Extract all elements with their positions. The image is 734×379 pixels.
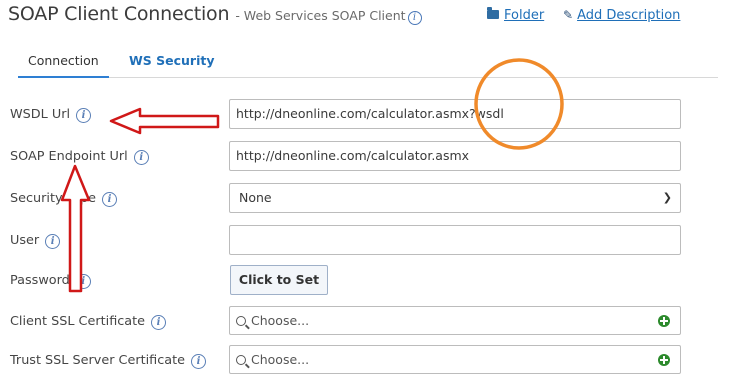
info-icon[interactable]: i xyxy=(191,354,207,369)
info-icon[interactable]: i xyxy=(102,192,118,207)
client-ssl-placeholder: Choose... xyxy=(251,313,310,328)
password-label-text: Password xyxy=(10,273,70,288)
user-input[interactable] xyxy=(229,225,681,255)
client-ssl-chooser[interactable]: Choose... xyxy=(229,306,681,335)
folder-icon xyxy=(487,7,499,19)
trust-ssl-chooser[interactable]: Choose... xyxy=(229,345,681,374)
pencil-icon: ✎ xyxy=(563,8,574,22)
user-label-text: User xyxy=(10,233,40,248)
password-row: Password i Click to Set xyxy=(0,265,734,297)
soap-endpoint-input[interactable]: http://dneonline.com/calculator.asmx xyxy=(229,141,681,171)
search-icon xyxy=(236,316,246,326)
client-ssl-label-text: Client SSL Certificate xyxy=(10,314,146,329)
security-type-label-text: Security Type xyxy=(10,191,97,206)
wsdl-url-row: WSDL Url i http://dneonline.com/calculato… xyxy=(0,99,734,131)
plus-circle-icon[interactable] xyxy=(658,354,670,366)
tab-bar: Connection WS Security xyxy=(18,47,718,78)
click-to-set-button[interactable]: Click to Set xyxy=(230,265,328,295)
plus-circle-icon[interactable] xyxy=(658,315,670,327)
folder-link-label: Folder xyxy=(504,8,545,23)
trust-ssl-placeholder: Choose... xyxy=(251,352,310,367)
password-label: Password i xyxy=(10,273,91,289)
user-row: User i xyxy=(0,225,734,257)
tab-ws-security[interactable]: WS Security xyxy=(119,47,225,78)
trust-ssl-label-text: Trust SSL Server Certificate xyxy=(10,353,186,368)
chevron-down-icon: ❯ xyxy=(662,191,672,204)
client-ssl-label: Client SSL Certificate i xyxy=(10,314,167,330)
soap-endpoint-row: SOAP Endpoint Url i http://dneonline.com/… xyxy=(0,141,734,173)
info-icon[interactable]: i xyxy=(45,234,61,249)
wsdl-url-label: WSDL Url i xyxy=(10,107,92,123)
page-title: SOAP Client Connection xyxy=(8,3,230,25)
security-type-value: None xyxy=(239,190,272,205)
page-header: SOAP Client Connection - Web Services SO… xyxy=(8,3,422,29)
info-icon[interactable]: i xyxy=(75,274,91,289)
add-description-link[interactable]: ✎ Add Description xyxy=(563,8,680,23)
wsdl-url-input[interactable]: http://dneonline.com/calculator.asmx?wsd… xyxy=(229,99,681,129)
info-icon[interactable]: i xyxy=(151,315,167,330)
folder-link[interactable]: Folder xyxy=(487,7,545,23)
info-icon[interactable]: i xyxy=(133,150,149,165)
wsdl-url-label-text: WSDL Url xyxy=(10,107,71,122)
info-icon[interactable]: i xyxy=(407,11,422,25)
security-type-row: Security Type i None ❯ xyxy=(0,183,734,215)
security-type-label: Security Type i xyxy=(10,191,118,207)
trust-ssl-label: Trust SSL Server Certificate i xyxy=(10,353,207,369)
tab-connection[interactable]: Connection xyxy=(18,47,109,78)
trust-ssl-row: Trust SSL Server Certificate i Choose... xyxy=(0,345,734,377)
client-ssl-row: Client SSL Certificate i Choose... xyxy=(0,306,734,338)
add-description-label: Add Description xyxy=(577,8,681,23)
soap-endpoint-label: SOAP Endpoint Url i xyxy=(10,149,149,165)
soap-endpoint-label-text: SOAP Endpoint Url xyxy=(10,149,128,164)
page-subtitle: - Web Services SOAP Client xyxy=(235,8,406,23)
user-label: User i xyxy=(10,233,61,249)
security-type-select[interactable]: None ❯ xyxy=(229,183,681,213)
search-icon xyxy=(236,355,246,365)
info-icon[interactable]: i xyxy=(76,108,92,123)
